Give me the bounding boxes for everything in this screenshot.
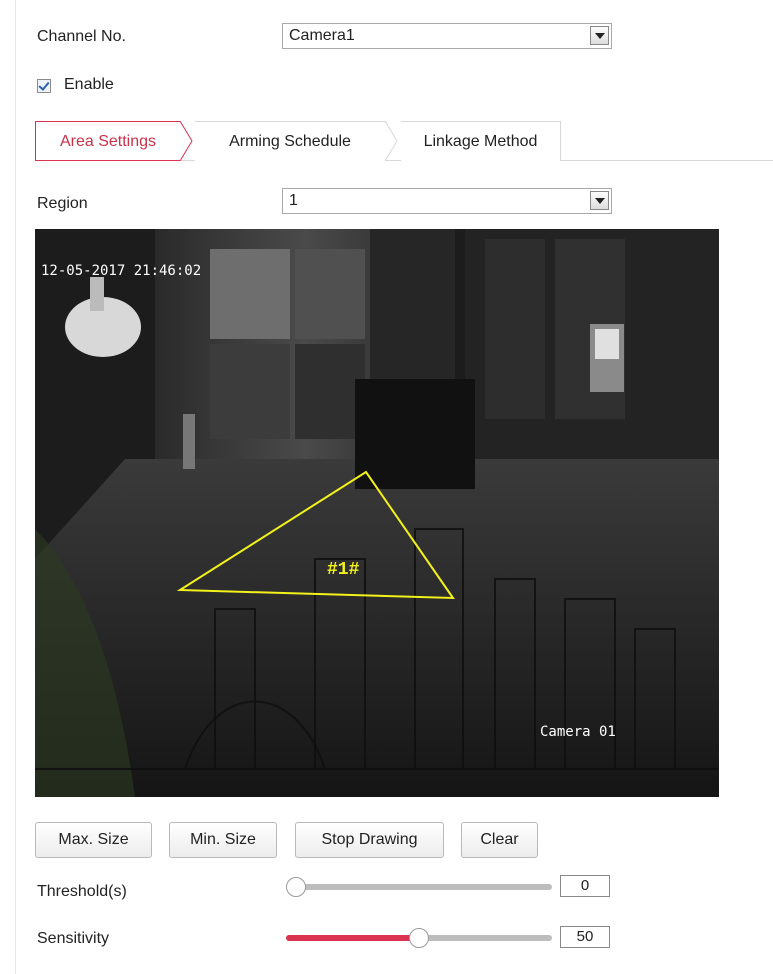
- osd-timestamp: 12-05-2017 21:46:02: [41, 263, 201, 279]
- video-preview[interactable]: #1# 12-05-2017 21:46:02 Camera 01: [35, 229, 719, 797]
- chevron-down-icon[interactable]: [590, 191, 609, 210]
- tab-arming-schedule-label: Arming Schedule: [229, 133, 351, 150]
- channel-label: Channel No.: [37, 28, 126, 45]
- max-size-button[interactable]: Max. Size: [35, 822, 152, 858]
- tab-linkage-method-label: Linkage Method: [423, 133, 538, 150]
- region-tag: #1#: [327, 560, 360, 580]
- channel-select-value: Camera1: [289, 27, 355, 44]
- region-label: Region: [37, 195, 88, 212]
- threshold-label: Threshold(s): [37, 883, 127, 900]
- video-scene: #1# 12-05-2017 21:46:02 Camera 01: [35, 229, 719, 797]
- tab-bar: Area Settings Arming Schedule Linkage Me…: [35, 121, 773, 161]
- region-select[interactable]: 1: [282, 188, 612, 214]
- tab-separator-active: [180, 121, 193, 161]
- tab-area-settings-label: Area Settings: [59, 133, 157, 150]
- sensitivity-label: Sensitivity: [37, 930, 110, 947]
- threshold-value-field[interactable]: 0: [560, 875, 610, 897]
- sensitivity-slider-thumb[interactable]: [409, 928, 429, 948]
- threshold-slider-thumb[interactable]: [286, 877, 306, 897]
- channel-select[interactable]: Camera1: [282, 23, 612, 49]
- enable-checkbox[interactable]: [37, 79, 51, 93]
- min-size-button[interactable]: Min. Size: [169, 822, 277, 858]
- tab-linkage-method[interactable]: Linkage Method: [401, 121, 561, 161]
- page-left-border: [15, 0, 16, 974]
- stop-drawing-button[interactable]: Stop Drawing: [295, 822, 444, 858]
- sensitivity-value-field[interactable]: 50: [560, 926, 610, 948]
- threshold-slider-track[interactable]: [286, 884, 552, 890]
- clear-button[interactable]: Clear: [461, 822, 538, 858]
- sensitivity-slider-fill: [286, 935, 419, 941]
- tab-separator: [385, 121, 398, 161]
- tab-arming-schedule[interactable]: Arming Schedule: [195, 121, 385, 161]
- region-select-value: 1: [289, 192, 298, 209]
- tab-area-settings[interactable]: Area Settings: [35, 121, 180, 161]
- chevron-down-icon[interactable]: [590, 26, 609, 45]
- enable-label: Enable: [64, 76, 114, 93]
- osd-camera-name: Camera 01: [540, 724, 616, 740]
